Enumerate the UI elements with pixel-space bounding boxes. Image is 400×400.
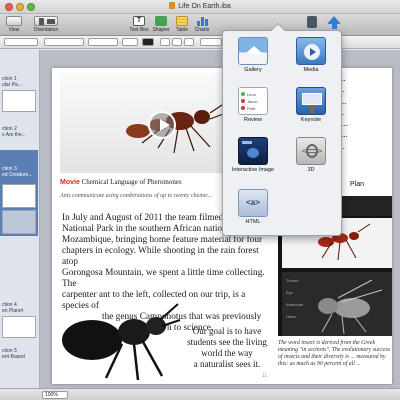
sidebar-thumbnail[interactable] <box>2 90 36 112</box>
sidebar-item-section-4[interactable]: ction 4 en Planet <box>0 302 38 314</box>
text-color-well[interactable] <box>142 38 154 46</box>
app-window: Life On Earth.iba View Orientation T Tex… <box>0 0 400 400</box>
document-icon <box>169 2 176 9</box>
shapes-button[interactable]: Shapes <box>152 16 170 34</box>
sidebar-thumbnail-selected-2[interactable] <box>2 210 36 234</box>
zoom-control[interactable]: 100% <box>42 391 68 399</box>
charts-button[interactable]: Charts <box>193 16 211 34</box>
wasp-diagram: Thorax Eye Antennae Head <box>286 278 383 335</box>
body-text-2[interactable]: Our goal is to have students see the liv… <box>162 326 292 370</box>
diagram-label-head: Head <box>286 314 296 319</box>
3d-icon <box>296 137 326 165</box>
font-popup[interactable] <box>44 38 84 46</box>
widget-interactive-image[interactable]: Interactive Image <box>225 135 281 183</box>
widget-html[interactable]: <a> HTML <box>225 187 281 235</box>
arrow-up-stem <box>331 24 337 29</box>
gallery-icon <box>238 37 268 65</box>
anatomy-diagram: Thorax Eye Antennae Head <box>282 272 392 336</box>
diagram-label-antennae: Antennae <box>286 302 304 307</box>
style-popup[interactable] <box>4 38 38 46</box>
window-title: Life On Earth.iba <box>0 2 400 10</box>
sidebar-thumbnail-selected[interactable] <box>2 184 36 208</box>
sidebar-item-section-5[interactable]: ction 5 ent-Based <box>0 348 38 360</box>
interactive-image-icon <box>238 137 268 165</box>
play-button[interactable] <box>148 111 176 139</box>
keynote-icon <box>296 87 326 115</box>
italic-button[interactable] <box>172 38 182 46</box>
diagram-label-eye: Eye <box>286 290 294 295</box>
view-icon <box>6 16 22 26</box>
view-button[interactable]: View <box>4 16 24 34</box>
orientation-icon <box>34 16 58 26</box>
font-size-field[interactable] <box>122 38 138 46</box>
typeface-popup[interactable] <box>88 38 118 46</box>
sidebar-item-section-3: ction 3 ed Creature... <box>2 166 33 178</box>
shapes-icon <box>155 16 167 26</box>
widget-3d[interactable]: 3D <box>283 135 339 183</box>
text-box-icon: T <box>133 16 145 26</box>
sidebar-thumbnail-4[interactable] <box>2 316 36 338</box>
widgets-popover: Gallery Media Leon Jaxon Poet Review Key… <box>222 22 342 236</box>
diagram-label-thorax: Thorax <box>286 278 298 283</box>
status-bar: 100% <box>0 388 400 400</box>
review-row-2: Jaxon <box>247 99 258 104</box>
alignment-control[interactable] <box>200 38 222 46</box>
review-row-1: Leon <box>247 92 256 97</box>
orientation-button[interactable]: Orientation <box>30 16 62 34</box>
page-number: 11 <box>262 373 268 379</box>
arrow-up-icon <box>327 16 341 24</box>
bold-button[interactable] <box>160 38 170 46</box>
charts-icon <box>196 16 208 26</box>
underline-button[interactable] <box>184 38 194 46</box>
widget-media[interactable]: Media <box>283 35 339 83</box>
review-row-3: Poet <box>247 106 256 111</box>
figure-note: The word insect is derived from the Gree… <box>278 340 391 367</box>
title-bar: Life On Earth.iba <box>0 0 400 14</box>
text-box-button[interactable]: T Text Box <box>128 16 150 34</box>
table-icon <box>176 16 188 26</box>
media-icon <box>296 37 326 65</box>
widget-keynote[interactable]: Keynote <box>283 85 339 133</box>
review-icon: Leon Jaxon Poet <box>238 87 268 115</box>
sidebar-item-section-2[interactable]: ction 2 s Are the... <box>0 126 38 138</box>
sidebar-item-section-1[interactable]: ction 1 ular Pa... <box>0 76 38 88</box>
widget-gallery[interactable]: Gallery <box>225 35 281 83</box>
plan-label: Plan <box>350 181 365 188</box>
widget-review[interactable]: Leon Jaxon Poet Review <box>225 85 281 133</box>
pages-sidebar: ction 1 ular Pa... ction 2 s Are the... … <box>0 50 40 390</box>
table-button[interactable]: Table <box>173 16 191 34</box>
sidebar-item-section-3-selected[interactable]: ction 3 ed Creature... <box>0 150 38 236</box>
inspector-icon <box>307 16 317 28</box>
html-icon: <a> <box>238 189 268 217</box>
document-canvas: Movie Chemical Language of Pheromones An… <box>40 50 400 388</box>
